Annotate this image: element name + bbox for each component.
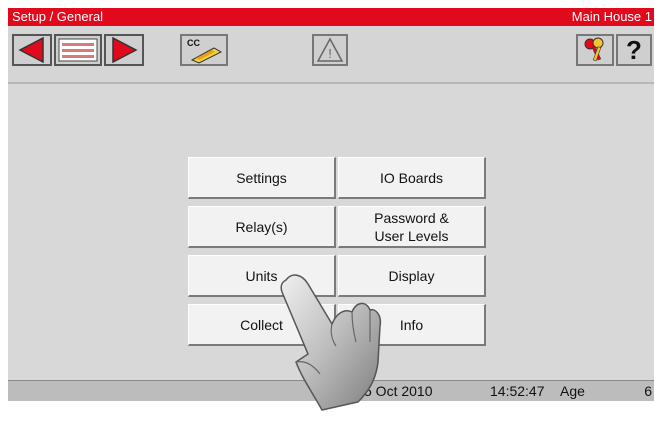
page-title: Setup / General xyxy=(12,9,104,24)
pointing-hand-icon xyxy=(280,274,382,411)
cc-card-icon: CC xyxy=(187,38,223,64)
cc-label: CC xyxy=(187,38,200,48)
list-icon xyxy=(58,38,98,62)
location-label: Main House 1 xyxy=(571,9,652,24)
keys-button[interactable] xyxy=(576,34,614,66)
status-age-label: Age xyxy=(560,383,585,399)
alarm-button[interactable]: ! xyxy=(312,34,348,66)
io-boards-button[interactable]: IO Boards xyxy=(338,157,486,199)
password-levels-label: Password & User Levels xyxy=(374,209,449,244)
display-label: Display xyxy=(388,267,435,284)
relays-label: Relay(s) xyxy=(235,218,288,235)
list-button[interactable] xyxy=(54,34,102,66)
keys-icon xyxy=(584,37,604,62)
toolbar: CC ! ? xyxy=(8,26,654,84)
warning-icon: ! xyxy=(316,37,344,62)
status-time: 14:52:47 xyxy=(490,383,545,399)
settings-label: Settings xyxy=(236,169,287,186)
status-age-value: 6 xyxy=(644,383,652,399)
help-icon: ? xyxy=(626,34,642,65)
settings-button[interactable]: Settings xyxy=(188,157,336,199)
arrow-left-icon xyxy=(18,37,44,63)
back-button[interactable] xyxy=(12,34,52,66)
info-label: Info xyxy=(399,316,424,333)
help-button[interactable]: ? xyxy=(616,34,652,66)
cc-card-button[interactable]: CC xyxy=(180,34,228,66)
warning-mark: ! xyxy=(328,46,332,61)
io-boards-label: IO Boards xyxy=(379,169,444,186)
title-bar: Setup / General Main House 1 xyxy=(8,8,654,26)
password-levels-button[interactable]: Password & User Levels xyxy=(338,206,486,248)
relays-button[interactable]: Relay(s) xyxy=(188,206,336,248)
arrow-right-icon xyxy=(112,37,138,63)
forward-button[interactable] xyxy=(104,34,144,66)
